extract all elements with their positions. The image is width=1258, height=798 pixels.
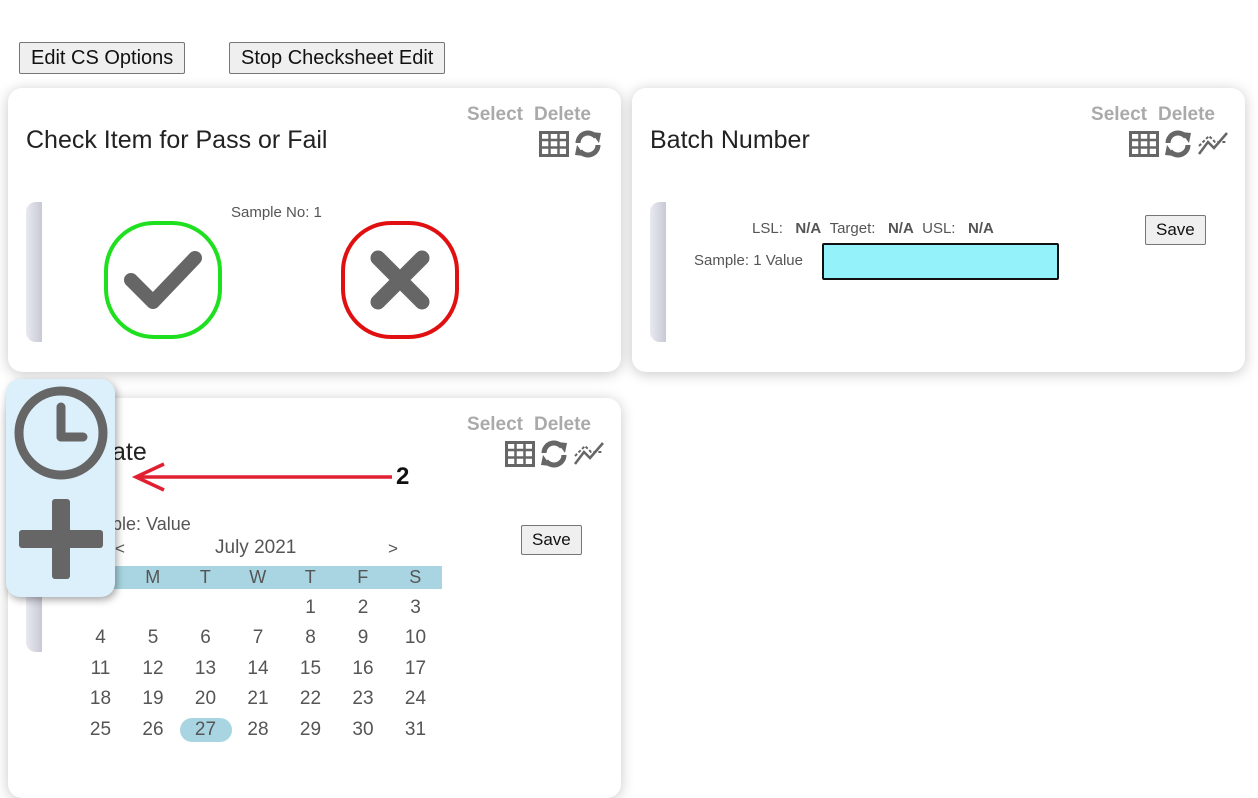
- calendar-day[interactable]: 5: [127, 626, 179, 650]
- sample-value-label: Sample: 1 Value: [694, 252, 803, 269]
- delete-link[interactable]: Delete: [534, 104, 591, 125]
- calendar-day[interactable]: 9: [337, 626, 389, 650]
- calendar-day[interactable]: 20: [180, 687, 232, 711]
- spec-limits: LSL: N/A Target: N/A USL: N/A: [752, 220, 994, 237]
- calendar-day[interactable]: 22: [285, 687, 337, 711]
- calendar-day[interactable]: 14: [232, 657, 284, 681]
- calendar-day[interactable]: 11: [75, 657, 127, 681]
- calendar-day[interactable]: 25: [75, 718, 127, 742]
- calendar-day[interactable]: 17: [390, 657, 442, 681]
- sample-number-label: Sample No: 1: [231, 204, 322, 221]
- chart-trend-icon[interactable]: [573, 440, 605, 468]
- calendar-day[interactable]: 23: [337, 687, 389, 711]
- select-link[interactable]: Select: [467, 414, 523, 435]
- calendar-prev-button[interactable]: <: [115, 539, 125, 559]
- weekday-label: M: [145, 567, 161, 587]
- refresh-icon[interactable]: [539, 440, 569, 468]
- table-icon[interactable]: [505, 441, 535, 467]
- annotation-number: 2: [396, 463, 410, 490]
- batch-number-card: Select Delete Batch Number LSL: N/A Targ…: [632, 88, 1245, 372]
- usl-label: USL:: [922, 220, 956, 237]
- check-icon: [124, 251, 202, 309]
- calendar-day[interactable]: 30: [337, 718, 389, 742]
- refresh-icon[interactable]: [1163, 130, 1193, 158]
- sample-value-input[interactable]: [822, 243, 1059, 280]
- calendar-day[interactable]: 2: [337, 596, 389, 620]
- pass-fail-card: Select Delete Check Item for Pass or Fai…: [8, 88, 621, 372]
- card-title: Check Item for Pass or Fail: [26, 126, 328, 154]
- table-icon[interactable]: [1129, 131, 1159, 157]
- weekday-label: F: [357, 567, 369, 587]
- target-label: Target:: [829, 220, 876, 237]
- sample-value-label: ple: Value: [112, 514, 191, 534]
- side-tab[interactable]: [26, 202, 42, 342]
- calendar-day[interactable]: 28: [232, 718, 284, 742]
- calendar-day[interactable]: 29: [285, 718, 337, 742]
- pass-button[interactable]: [104, 221, 222, 339]
- calendar-day[interactable]: 26: [127, 718, 179, 742]
- usl-value: N/A: [968, 220, 994, 237]
- select-link[interactable]: Select: [1091, 104, 1147, 125]
- calendar-day[interactable]: 21: [232, 687, 284, 711]
- calendar-day[interactable]: 8: [285, 626, 337, 650]
- side-tab[interactable]: [650, 202, 666, 342]
- lsl-label: LSL:: [752, 220, 783, 237]
- target-value: N/A: [887, 220, 914, 237]
- save-button[interactable]: Save: [1145, 215, 1206, 245]
- plus-icon[interactable]: [17, 495, 105, 583]
- calendar-day[interactable]: 13: [180, 657, 232, 681]
- calendar-day[interactable]: 12: [127, 657, 179, 681]
- calendar-day[interactable]: 3: [390, 596, 442, 620]
- calendar-day[interactable]: 31: [390, 718, 442, 742]
- delete-link[interactable]: Delete: [1158, 104, 1215, 125]
- calendar-weekday-header: M T W T F S: [74, 566, 442, 589]
- chart-trend-icon[interactable]: [1197, 130, 1229, 158]
- calendar-day[interactable]: 1: [285, 596, 337, 620]
- refresh-icon[interactable]: [573, 130, 603, 158]
- x-icon: [370, 250, 430, 310]
- stop-checksheet-edit-button[interactable]: Stop Checksheet Edit: [229, 42, 446, 74]
- calendar-day[interactable]: 4: [75, 626, 127, 650]
- weekday-label: T: [199, 567, 211, 587]
- calendar-day-selected[interactable]: 27: [179, 718, 232, 742]
- calendar-day[interactable]: 6: [180, 626, 232, 650]
- calendar-day[interactable]: 7: [232, 626, 284, 650]
- weekday-label: W: [249, 567, 267, 587]
- select-link[interactable]: Select: [467, 104, 523, 125]
- calendar-day[interactable]: 19: [127, 687, 179, 711]
- card-title: Batch Number: [650, 126, 810, 154]
- lsl-value: N/A: [795, 220, 822, 237]
- clock-icon[interactable]: [13, 385, 109, 481]
- weekday-label: S: [409, 567, 422, 587]
- floating-action-panel: [6, 379, 115, 597]
- calendar-day[interactable]: 15: [285, 657, 337, 681]
- calendar-next-button[interactable]: >: [388, 539, 398, 559]
- calendar-day[interactable]: 18: [75, 687, 127, 711]
- fail-button[interactable]: [341, 221, 459, 339]
- save-button[interactable]: Save: [521, 525, 582, 555]
- calendar-day[interactable]: 24: [390, 687, 442, 711]
- calendar-day[interactable]: 16: [337, 657, 389, 681]
- annotation-arrow: [131, 462, 392, 492]
- calendar-day[interactable]: 10: [390, 626, 442, 650]
- calendar-month-label: July 2021: [215, 537, 297, 558]
- table-icon[interactable]: [539, 131, 569, 157]
- edit-cs-options-button[interactable]: Edit CS Options: [19, 42, 186, 74]
- delete-link[interactable]: Delete: [534, 414, 591, 435]
- weekday-label: T: [304, 567, 316, 587]
